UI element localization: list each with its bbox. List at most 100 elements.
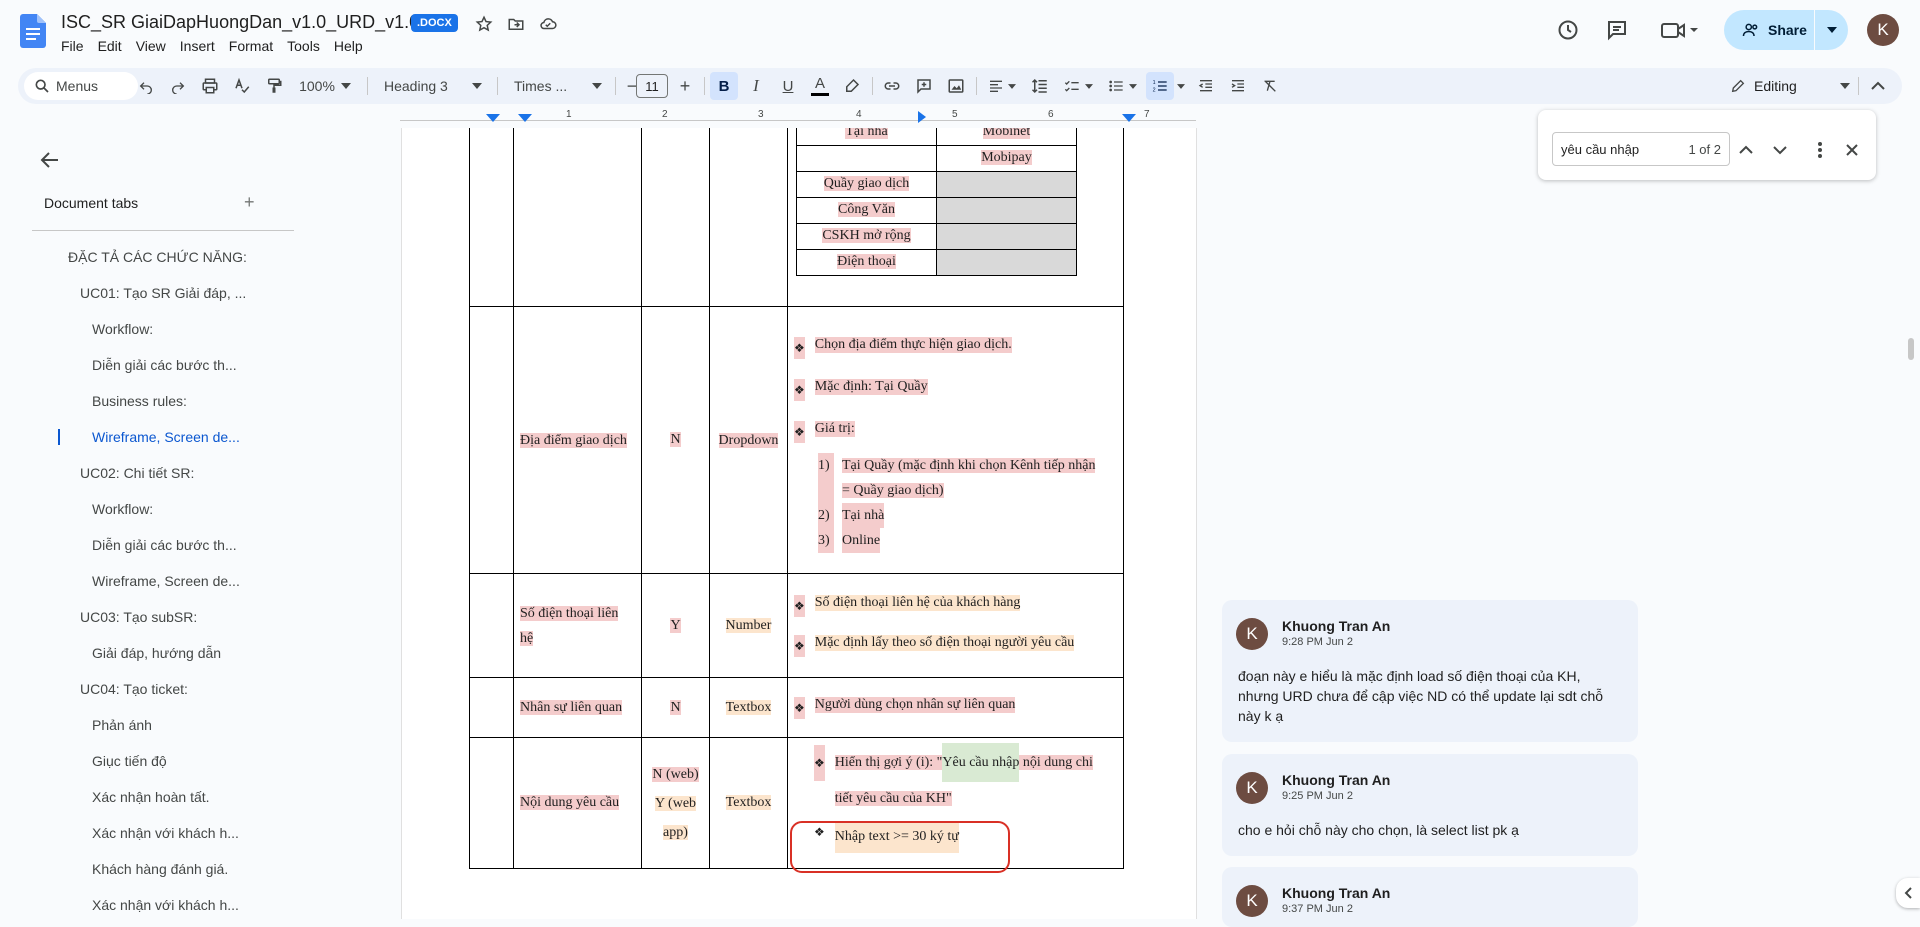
outline-item[interactable]: UC03: Tạo subSR:: [80, 609, 197, 625]
font-select[interactable]: Times ...: [508, 72, 608, 100]
outline-item[interactable]: Xác nhận với khách h...: [92, 897, 239, 913]
outline-item[interactable]: Wireframe, Screen de...: [92, 429, 240, 445]
numbered-list-icon[interactable]: 12: [1146, 72, 1174, 100]
ruler-tab-stop-icon[interactable]: [918, 111, 926, 123]
meet-video-icon[interactable]: [1658, 16, 1702, 44]
outline-item[interactable]: Xác nhận với khách h...: [92, 825, 239, 841]
outline-item[interactable]: Khách hàng đánh giá.: [92, 861, 228, 877]
ruler-first-indent-icon[interactable]: [518, 114, 532, 122]
outline-item[interactable]: Workflow:: [92, 321, 153, 337]
menu-format[interactable]: Format: [222, 36, 280, 56]
link-icon[interactable]: [878, 72, 906, 100]
line-spacing-icon[interactable]: [1026, 72, 1054, 100]
channel-cell: Tại nhà: [796, 128, 937, 146]
outline-item[interactable]: Phản ánh: [92, 717, 152, 733]
find-count: 1 of 2: [1688, 141, 1721, 157]
outline-item[interactable]: Xác nhận hoàn tất.: [92, 789, 210, 805]
add-comment-icon[interactable]: [910, 72, 938, 100]
bullet-icon: ❖: [794, 696, 805, 719]
share-button[interactable]: Share: [1724, 10, 1848, 50]
toolbar-divider: [976, 77, 977, 95]
back-arrow-icon[interactable]: [38, 148, 62, 172]
cloud-status-icon[interactable]: [538, 14, 558, 34]
text-color-icon[interactable]: A: [806, 72, 834, 100]
outline-item[interactable]: Diễn giải các bước th...: [92, 537, 237, 553]
outline-item[interactable]: Giải đáp, hướng dẫn: [92, 645, 221, 661]
side-panel-toggle-icon[interactable]: [1896, 878, 1920, 908]
bulleted-list-select[interactable]: [1102, 72, 1142, 100]
redo-icon[interactable]: [164, 72, 192, 100]
outline-item[interactable]: Wireframe, Screen de...: [92, 573, 240, 589]
font-size-input[interactable]: 11: [636, 74, 668, 98]
outline-item[interactable]: Workflow:: [92, 501, 153, 517]
document-page[interactable]: Tại nhà Mobinet Mobipay Quầy giao dịch C…: [401, 128, 1197, 919]
table-cell: [709, 128, 788, 307]
caret-down-icon: [1129, 83, 1137, 89]
bold-icon[interactable]: B: [710, 72, 738, 100]
decrease-indent-icon[interactable]: [1192, 72, 1220, 100]
bullet-text: Nhập text >= 30 ký tự: [834, 821, 959, 853]
ruler-number: 7: [1144, 109, 1150, 120]
undo-icon[interactable]: [132, 72, 160, 100]
version-history-icon[interactable]: [1554, 16, 1582, 44]
style-select[interactable]: Heading 3: [378, 72, 488, 100]
checklist-select[interactable]: [1058, 72, 1098, 100]
comment-card[interactable]: K Khuong Tran An 9:28 PM Jun 2 đoạn này …: [1222, 600, 1638, 742]
add-tab-icon[interactable]: +: [244, 192, 255, 213]
paint-format-icon[interactable]: [260, 72, 288, 100]
editing-mode-select[interactable]: Editing: [1706, 72, 1850, 100]
print-icon[interactable]: [196, 72, 224, 100]
numbered-list-caret-icon[interactable]: [1174, 72, 1188, 100]
share-dropdown-icon[interactable]: [1815, 27, 1848, 33]
outline-item[interactable]: UC01: Tạo SR Giải đáp, ...: [80, 285, 246, 301]
move-folder-icon[interactable]: [506, 14, 526, 34]
menu-file[interactable]: File: [54, 36, 91, 56]
more-options-icon[interactable]: [1810, 140, 1830, 160]
menu-insert[interactable]: Insert: [173, 36, 222, 56]
ruler-left-indent-icon[interactable]: [486, 114, 500, 122]
share-main[interactable]: Share: [1724, 10, 1814, 50]
comments-icon[interactable]: [1603, 16, 1631, 44]
menu-tools[interactable]: Tools: [280, 36, 327, 56]
document-tabs-title: Document tabs: [44, 195, 139, 211]
menus-search[interactable]: Menus: [24, 72, 138, 100]
find-field[interactable]: 1 of 2: [1552, 132, 1730, 166]
find-input[interactable]: [1561, 141, 1661, 157]
table-row: Công Văn: [796, 196, 1077, 224]
menu-edit[interactable]: Edit: [91, 36, 129, 56]
outline-item[interactable]: Diễn giải các bước th...: [92, 357, 237, 373]
underline-icon[interactable]: U: [774, 72, 802, 100]
close-icon[interactable]: [1842, 140, 1862, 160]
scrollbar-thumb[interactable]: [1908, 338, 1914, 360]
menu-view[interactable]: View: [129, 36, 173, 56]
bullet-item: ❖ Người dùng chọn nhân sự liên quan: [794, 696, 1117, 719]
align-select[interactable]: [982, 72, 1022, 100]
previous-match-icon[interactable]: [1736, 140, 1756, 160]
bullet-item: ❖ Hiển thị gợi ý (i): "Yêu cầu nhập nội …: [814, 743, 1117, 817]
outline-item[interactable]: UC02: Chi tiết SR:: [80, 465, 194, 481]
ruler-right-indent-icon[interactable]: [1122, 114, 1136, 122]
clear-formatting-icon[interactable]: [1256, 72, 1284, 100]
italic-icon[interactable]: I: [742, 72, 770, 100]
search-icon: [35, 79, 49, 93]
outline-item[interactable]: Business rules:: [92, 393, 187, 409]
num-label: 1): [818, 453, 834, 503]
comment-card[interactable]: K Khuong Tran An 9:25 PM Jun 2 cho e hỏi…: [1222, 754, 1638, 856]
next-match-icon[interactable]: [1770, 140, 1790, 160]
account-avatar[interactable]: K: [1867, 14, 1899, 46]
zoom-select[interactable]: 100%: [294, 72, 356, 100]
outline-item[interactable]: UC04: Tạo ticket:: [80, 681, 188, 697]
comment-card[interactable]: K Khuong Tran An 9:37 PM Jun 2: [1222, 867, 1638, 927]
hide-menus-icon[interactable]: [1864, 72, 1892, 100]
document-title[interactable]: ISC_SR GiaiDapHuongDan_v1.0_URD_v1.0: [61, 12, 419, 33]
spellcheck-icon[interactable]: [228, 72, 256, 100]
star-icon[interactable]: [474, 14, 494, 34]
menu-help[interactable]: Help: [327, 36, 370, 56]
docs-logo-icon[interactable]: [20, 14, 46, 48]
highlight-color-icon[interactable]: [838, 72, 866, 100]
increase-font-size-icon[interactable]: +: [673, 72, 697, 100]
outline-item[interactable]: Giục tiến độ: [92, 753, 167, 769]
increase-indent-icon[interactable]: [1224, 72, 1252, 100]
insert-image-icon[interactable]: [942, 72, 970, 100]
outline-item[interactable]: ĐẶC TẢ CÁC CHỨC NĂNG:: [68, 249, 247, 265]
